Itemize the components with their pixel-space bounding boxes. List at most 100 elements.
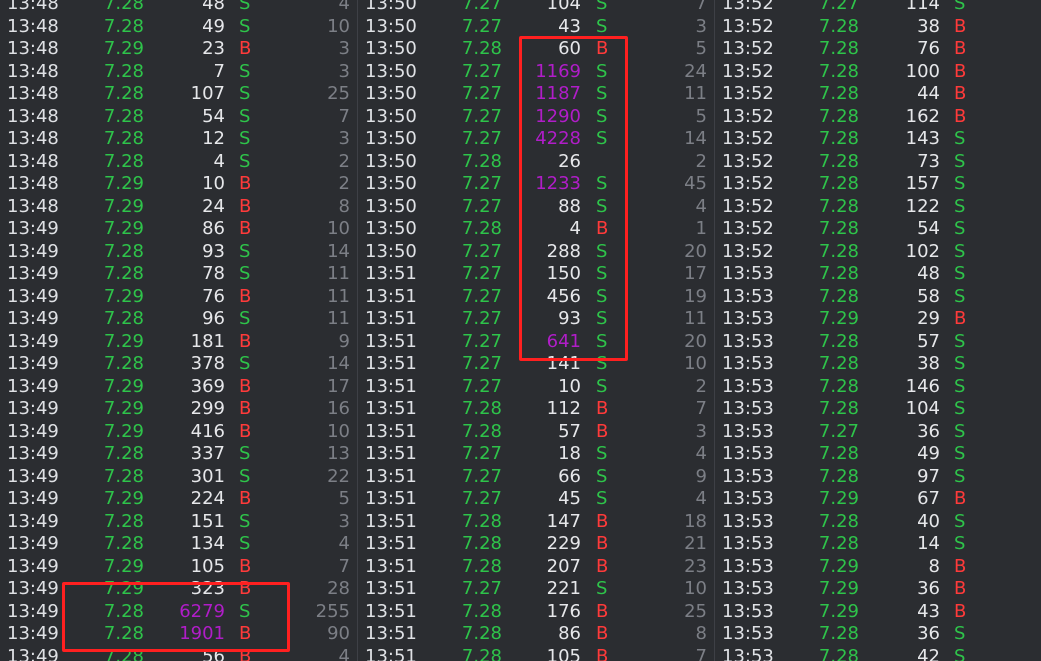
trade-time: 13:52 — [722, 218, 774, 239]
trade-volume: 147 — [546, 510, 581, 532]
trade-count: 25 — [327, 83, 350, 104]
trade-side: S — [954, 645, 966, 661]
trade-count: 11 — [327, 308, 350, 329]
trade-time: 13:51 — [365, 600, 417, 622]
trade-price: 7.27 — [461, 173, 502, 194]
trade-side: S — [954, 465, 966, 487]
trade-side: S — [596, 0, 608, 14]
trade-time: 13:49 — [7, 398, 59, 419]
trade-count: 18 — [684, 510, 707, 532]
trade-time: 13:51 — [365, 398, 417, 419]
trade-side: S — [596, 375, 608, 397]
trade-volume: 181 — [190, 330, 225, 352]
trade-time: 13:49 — [7, 285, 59, 307]
trade-time: 13:53 — [722, 353, 774, 374]
trade-volume: 112 — [546, 398, 581, 419]
trade-price: 7.28 — [103, 0, 144, 14]
trade-volume: 42 — [917, 645, 940, 661]
trade-count: 10 — [684, 353, 707, 374]
trade-price: 7.27 — [818, 420, 859, 442]
trade-time: 13:48 — [7, 195, 59, 217]
trade-volume: 24 — [202, 195, 225, 217]
trade-side: S — [596, 443, 608, 464]
trade-volume: 4 — [213, 150, 225, 172]
trade-volume: 100 — [905, 60, 940, 82]
trade-side: B — [954, 83, 967, 104]
trade-price: 7.28 — [818, 128, 859, 149]
tick-row: 4 13:52 7.28 122 S — [696, 196, 1041, 219]
trade-side: S — [954, 330, 966, 352]
trade-volume: 67 — [917, 488, 940, 509]
trade-time: 13:50 — [365, 173, 417, 194]
trade-time: 13:48 — [7, 128, 59, 149]
tick-row: 3 13:53 7.27 36 S — [696, 420, 1041, 444]
trade-side: B — [954, 555, 967, 577]
trade-price: 7.27 — [461, 578, 502, 599]
trade-time: 13:51 — [365, 578, 417, 599]
trade-volume: 337 — [190, 443, 225, 464]
trade-price: 7.27 — [461, 353, 502, 374]
trade-side: S — [239, 83, 251, 104]
trade-price: 7.28 — [103, 533, 144, 554]
trade-price: 7.29 — [103, 420, 144, 442]
trade-count: 3 — [695, 15, 707, 37]
trade-volume: 66 — [558, 465, 581, 487]
trade-volume: 23 — [202, 38, 225, 59]
trade-price: 7.28 — [461, 420, 502, 442]
trade-price: 7.28 — [818, 15, 859, 37]
trade-volume: 73 — [917, 150, 940, 172]
trade-price: 7.28 — [103, 443, 144, 464]
highlight-box-middle — [519, 36, 628, 361]
panel-divider — [357, 0, 358, 661]
trade-time: 13:49 — [7, 488, 59, 509]
trade-volume: 162 — [905, 105, 940, 127]
trade-price: 7.28 — [103, 353, 144, 374]
tick-row: 10 13:53 7.29 36 B — [684, 578, 1041, 601]
trade-time: 13:49 — [7, 443, 59, 464]
trade-volume: 48 — [202, 0, 225, 14]
trade-time: 13:48 — [7, 105, 59, 127]
trade-count: 8 — [695, 623, 707, 644]
trade-price: 7.28 — [461, 600, 502, 622]
trade-price: 7.27 — [461, 15, 502, 37]
trade-count: 10 — [684, 578, 707, 599]
trade-volume: 105 — [190, 555, 225, 577]
trade-volume: 10 — [202, 173, 225, 194]
trade-price: 7.28 — [818, 465, 859, 487]
trade-price: 7.29 — [818, 555, 859, 577]
trade-count: 9 — [338, 330, 350, 352]
trade-volume: 38 — [917, 353, 940, 374]
trade-count: 7 — [695, 0, 707, 14]
tick-row: 11 13:53 7.29 29 B — [684, 308, 1041, 331]
trade-time: 13:53 — [722, 263, 774, 284]
trade-count: 7 — [338, 105, 350, 127]
trade-count: 7 — [338, 555, 350, 577]
trade-volume: 157 — [905, 173, 940, 194]
trade-count: 10 — [327, 420, 350, 442]
trade-count: 5 — [695, 105, 707, 127]
trade-side: S — [239, 353, 251, 374]
trade-time: 13:53 — [722, 398, 774, 419]
trade-price: 7.28 — [103, 60, 144, 82]
trade-price: 7.27 — [461, 375, 502, 397]
trade-time: 13:48 — [7, 150, 59, 172]
trade-price: 7.28 — [818, 150, 859, 172]
tick-row: 5 13:52 7.28 162 B — [696, 105, 1041, 129]
trade-side: S — [954, 128, 966, 149]
trade-time: 13:50 — [365, 60, 417, 82]
tick-row: 2 13:52 7.28 73 S — [696, 150, 1041, 174]
trade-count: 10 — [327, 15, 350, 37]
trade-time: 13:52 — [722, 240, 774, 262]
trade-time: 13:51 — [365, 375, 417, 397]
trade-price: 7.28 — [818, 60, 859, 82]
trade-side: B — [596, 645, 609, 661]
trade-side: S — [954, 263, 966, 284]
trade-volume: 221 — [546, 578, 581, 599]
tick-row: 1 13:52 7.28 54 S — [696, 218, 1041, 241]
trade-time: 13:48 — [7, 0, 59, 14]
trade-price: 7.27 — [461, 308, 502, 329]
trade-side: B — [239, 173, 252, 194]
trade-count: 14 — [327, 240, 350, 262]
trade-price: 7.27 — [461, 263, 502, 284]
trade-price: 7.28 — [103, 128, 144, 149]
